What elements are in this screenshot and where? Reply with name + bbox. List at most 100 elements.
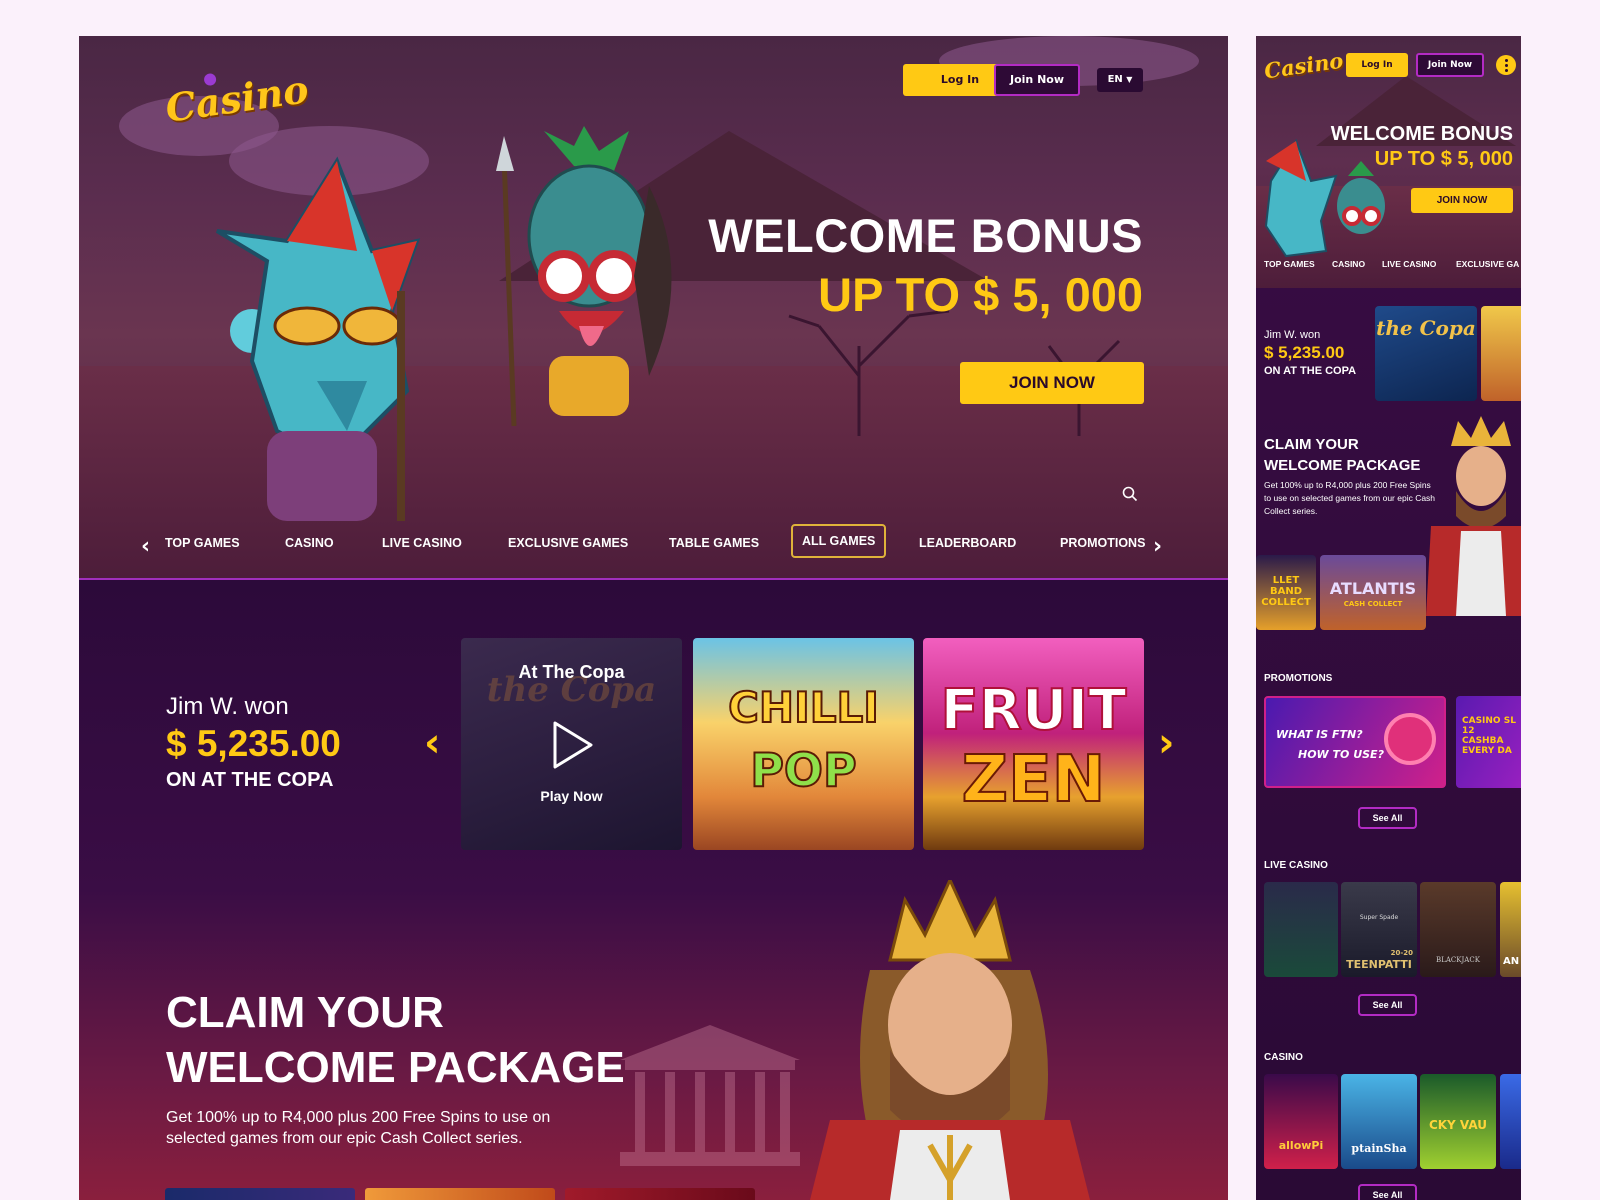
category-nav: ‹ TOP GAMES CASINO LIVE CASINO EXCLUSIVE… <box>79 514 1228 578</box>
tribal-mask-character-illustration <box>496 126 672 426</box>
hero-banner: Casino Log In Join Now EN ▼ WELCOME BONU… <box>79 36 1228 578</box>
game-title: BLACKJACK <box>1436 956 1480 964</box>
casino-tile-partial[interactable] <box>1500 1074 1521 1169</box>
nav-item-top-games[interactable]: TOP GAMES <box>165 536 240 550</box>
hero-title-line2: UP TO $ 5, 000 <box>1374 148 1513 170</box>
join-now-button[interactable]: Join Now <box>994 64 1080 96</box>
game-subtitle: CASH COLLECT <box>1343 600 1403 608</box>
join-now-button[interactable]: Join Now <box>1416 53 1484 77</box>
nav-item-top-games[interactable]: TOP GAMES <box>1264 259 1315 269</box>
nav-item-casino[interactable]: CASINO <box>285 536 334 550</box>
casino-tile-2[interactable]: ptainSha <box>1341 1074 1417 1169</box>
casino-tile-1[interactable]: allowPi <box>1264 1074 1338 1169</box>
zeus-character-illustration <box>810 880 1090 1200</box>
mobile-hero-title: WELCOME BONUS UP TO $ 5, 000 <box>1331 123 1513 171</box>
bottom-game-thumb[interactable] <box>565 1188 755 1200</box>
casino-tile-3[interactable]: CKY VAU <box>1420 1074 1496 1169</box>
chevron-right-icon[interactable]: › <box>1153 534 1162 559</box>
mobile-game-tile-cash-collect[interactable]: LLET BAND COLLECT <box>1256 555 1316 630</box>
winner-name: Jim W. won <box>166 693 289 720</box>
nav-item-table-games[interactable]: TABLE GAMES <box>669 536 759 550</box>
game-number: 20-20 <box>1390 949 1413 957</box>
shaman-character-illustration <box>215 156 421 521</box>
promotions-heading: PROMOTIONS <box>1264 673 1333 684</box>
promo-tile-cashback[interactable]: CASINO SL 12 CASHBA EVERY DA <box>1456 696 1521 788</box>
promo-text: CASINO SL 12 CASHBA EVERY DA <box>1462 716 1516 756</box>
mobile-game-tile-copa[interactable]: the Copa <box>1375 306 1477 401</box>
chevron-down-icon: ▼ <box>1126 75 1133 84</box>
claim-title-line1: CLAIM YOUR <box>166 988 444 1037</box>
game-title: LLET BAND COLLECT <box>1261 575 1311 608</box>
game-title: the Copa <box>1376 316 1476 340</box>
nav-item-leaderboard[interactable]: LEADERBOARD <box>919 536 1016 550</box>
bottom-game-thumb[interactable] <box>165 1188 355 1200</box>
live-casino-heading: LIVE CASINO <box>1264 860 1328 871</box>
live-tile-teenpatti[interactable]: Super Spade 20-20 TEENPATTI <box>1341 882 1417 977</box>
recent-winner: Jim W. won $ 5,235.00 ON AT THE COPA <box>166 693 341 792</box>
nav-item-casino[interactable]: CASINO <box>1332 259 1365 269</box>
mobile-game-tile-atlantis[interactable]: ATLANTIS CASH COLLECT <box>1320 555 1426 630</box>
hero-join-now-button[interactable]: JOIN NOW <box>960 362 1144 404</box>
search-icon[interactable] <box>1122 486 1138 502</box>
mobile-game-tile-partial[interactable] <box>1481 306 1521 401</box>
mobile-join-now-button[interactable]: JOIN NOW <box>1411 188 1513 213</box>
game-title: ATLANTIS <box>1329 579 1417 598</box>
play-icon[interactable] <box>551 720 595 770</box>
nav-item-all-games[interactable]: ALL GAMES <box>791 524 887 558</box>
nav-item-promotions[interactable]: PROMOTIONS <box>1060 536 1145 550</box>
casino-logo[interactable]: Casino <box>163 66 312 131</box>
nav-item-exclusive-games[interactable]: EXCLUSIVE GA <box>1456 259 1519 269</box>
promo-line1: WHAT IS FTN? <box>1276 728 1363 741</box>
more-menu-icon[interactable] <box>1496 55 1516 75</box>
hero-title-line1: WELCOME BONUS <box>708 209 1143 262</box>
nav-item-live-casino[interactable]: LIVE CASINO <box>1382 259 1436 269</box>
mobile-claim-welcome-package: CLAIM YOUR WELCOME PACKAGE Get 100% up t… <box>1264 434 1444 518</box>
winner-amount: $ 5,235.00 <box>1264 343 1345 362</box>
see-all-live-casino-button[interactable]: See All <box>1358 994 1417 1016</box>
language-selector[interactable]: EN ▼ <box>1097 68 1143 92</box>
game-tile-chilli-pop[interactable]: CHILLI POP <box>693 638 914 850</box>
game-title: allowPi <box>1278 1139 1324 1152</box>
claim-title-line1: CLAIM YOUR <box>1264 436 1359 453</box>
game-title: TEENPATTI <box>1346 958 1412 971</box>
see-all-promotions-button[interactable]: See All <box>1358 807 1417 829</box>
mobile-view: Casino Log In Join Now WELCOME BONUS UP … <box>1256 36 1521 1200</box>
carousel-next-icon[interactable]: › <box>1158 720 1174 766</box>
hero-title-line1: WELCOME BONUS <box>1330 123 1513 145</box>
see-all-casino-button[interactable]: See All <box>1358 1184 1417 1200</box>
live-tile-partial[interactable]: AN <box>1500 882 1521 977</box>
winner-name: Jim W. won <box>1264 329 1321 341</box>
promo-tile-ftn[interactable]: WHAT IS FTN? HOW TO USE? <box>1264 696 1446 788</box>
claim-welcome-package: CLAIM YOUR WELCOME PACKAGE Get 100% up t… <box>166 985 625 1149</box>
game-top-label: Super Spade <box>1359 914 1399 921</box>
ftn-coin-icon <box>1384 713 1436 765</box>
game-tile-fruit-zen[interactable]: FRUIT ZEN <box>923 638 1144 850</box>
hero-title-line2: UP TO $ 5, 000 <box>818 268 1143 321</box>
game-tile-at-the-copa[interactable]: the Copa At The Copa Play Now <box>461 638 682 850</box>
game-title: ptainSha <box>1351 1142 1407 1155</box>
language-label: EN <box>1107 74 1123 85</box>
bottom-game-thumb[interactable] <box>365 1188 555 1200</box>
winner-amount: $ 5,235.00 <box>166 723 341 764</box>
nav-item-live-casino[interactable]: LIVE CASINO <box>382 536 462 550</box>
claim-title-line2: WELCOME PACKAGE <box>166 1043 625 1092</box>
mobile-hero: Casino Log In Join Now WELCOME BONUS UP … <box>1256 36 1521 288</box>
game-title: AN <box>1503 956 1520 967</box>
mobile-recent-winner: Jim W. won $ 5,235.00 ON AT THE COPA <box>1264 329 1356 377</box>
live-tile-dealer[interactable] <box>1264 882 1338 977</box>
casino-heading: CASINO <box>1264 1052 1303 1063</box>
claim-title-line2: WELCOME PACKAGE <box>1264 457 1421 474</box>
game-title: CKY VAU <box>1428 1118 1488 1132</box>
live-tile-blackjack[interactable]: BLACKJACK <box>1420 882 1496 977</box>
game-title-line2: POP <box>749 742 858 798</box>
hero-title: WELCOME BONUS UP TO $ 5, 000 <box>708 208 1143 322</box>
carousel-prev-icon[interactable]: ‹ <box>424 720 440 766</box>
claim-description: Get 100% up to R4,000 plus 200 Free Spin… <box>1264 480 1436 516</box>
nav-item-exclusive-games[interactable]: EXCLUSIVE GAMES <box>508 536 628 550</box>
winner-game: ON AT THE COPA <box>1264 365 1357 377</box>
game-title-line2: ZEN <box>961 742 1107 818</box>
play-now-label[interactable]: Play Now <box>461 788 682 804</box>
game-title: At The Copa <box>518 662 625 682</box>
chevron-left-icon[interactable]: ‹ <box>141 534 150 559</box>
login-button[interactable]: Log In <box>1346 53 1408 77</box>
